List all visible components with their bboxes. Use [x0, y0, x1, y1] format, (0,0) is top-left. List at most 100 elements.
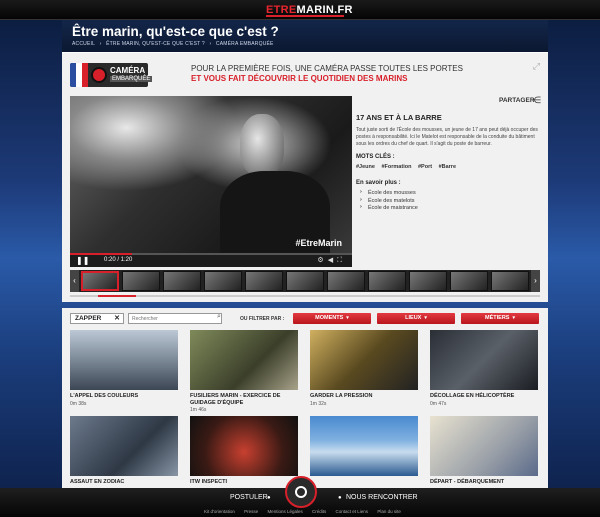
thumbnail[interactable] — [450, 271, 488, 291]
chevron-left-icon[interactable]: ‹ — [70, 270, 79, 292]
more-link[interactable]: École des matelots — [356, 197, 540, 204]
moments-dropdown[interactable]: MOMENTS ▾ — [293, 313, 371, 324]
navy-flag-icon — [70, 63, 88, 87]
share-icon[interactable]: ⋲ — [532, 95, 541, 106]
thumbnail[interactable] — [327, 271, 365, 291]
video-card-title[interactable]: L'APPEL DES COULEURS — [70, 393, 178, 400]
chevron-right-icon[interactable]: › — [531, 270, 540, 292]
breadcrumb-separator: › — [209, 41, 212, 47]
video-card[interactable]: FUSILIERS MARIN - EXERCICE DE GUIDAGE D'… — [190, 330, 298, 413]
video-card-title[interactable]: DÉCOLLAGE EN HÉLICOPTÈRE — [430, 393, 538, 400]
video-card-title[interactable]: ASSAUT EN ZODIAC — [70, 479, 178, 486]
video-card[interactable]: ASSAUT EN ZODIAC — [70, 416, 178, 487]
video-thumbnail[interactable] — [430, 330, 538, 390]
thumbnail[interactable] — [491, 271, 529, 291]
video-card-title[interactable]: FUSILIERS MARIN - EXERCICE DE GUIDAGE D'… — [190, 393, 298, 406]
expand-icon[interactable]: ⤢ — [533, 61, 540, 72]
tag[interactable]: #Jeune — [356, 164, 375, 170]
share-button[interactable]: PARTAGER — [499, 97, 535, 104]
video-progress-bar[interactable] — [70, 253, 352, 255]
thumbnail[interactable] — [409, 271, 447, 291]
more-link[interactable]: École des mousses — [356, 189, 540, 196]
video-card-title[interactable]: DÉPART - DÉBARQUEMENT — [430, 479, 538, 486]
search-input[interactable] — [128, 313, 222, 324]
thumbnail[interactable] — [204, 271, 242, 291]
thumbnail[interactable] — [163, 271, 201, 291]
video-player[interactable]: #EtreMarin ❚❚ 0:20 / 1:20 ⚙◀⛶ — [70, 96, 352, 267]
breadcrumb-separator: › — [99, 41, 102, 47]
bullet-icon: ● — [267, 495, 271, 501]
video-thumbnail[interactable] — [70, 330, 178, 390]
site-logo[interactable]: ETREMARIN.FR — [266, 3, 352, 17]
video-card-title[interactable]: ITW INSPECTI — [190, 479, 298, 486]
video-card[interactable]: DÉPART - DÉBARQUEMENT — [430, 416, 538, 487]
fullscreen-icon: ⛶ — [337, 257, 346, 264]
footer-link[interactable]: Contact et Liens — [336, 509, 369, 514]
intro-line-1: POUR LA PREMIÈRE FOIS, UNE CAMÉRA PASSE … — [191, 64, 463, 73]
intro-line-2: ET VOUS FAIT DÉCOUVRIR LE QUOTIDIEN DES … — [191, 74, 408, 83]
record-icon — [91, 67, 107, 83]
video-thumbnail[interactable] — [190, 416, 298, 476]
more-links: École des mousses École des matelots Éco… — [356, 189, 540, 211]
title-bar: Être marin, qu'est-ce que c'est ? ACCUEI… — [62, 20, 548, 52]
postuler-button[interactable]: POSTULER — [230, 494, 268, 501]
lieux-dropdown[interactable]: LIEUX ▾ — [377, 313, 455, 324]
video-thumbnail[interactable] — [430, 416, 538, 476]
thumbnail[interactable] — [81, 271, 119, 291]
video-card-title[interactable]: GARDER LA PRESSION — [310, 393, 418, 400]
footer-link[interactable]: Presse — [244, 509, 258, 514]
zapper-button[interactable]: ZAPPER ✕ — [70, 313, 124, 324]
tag[interactable]: #Formation — [382, 164, 412, 170]
center-action-button[interactable] — [285, 476, 317, 508]
close-icon: ✕ — [114, 315, 120, 322]
settings-icon: ⚙ — [317, 257, 328, 264]
more-label: En savoir plus : — [356, 180, 401, 186]
metiers-dropdown[interactable]: MÉTIERS ▾ — [461, 313, 539, 324]
more-link[interactable]: École de maistrance — [356, 204, 540, 211]
video-description: 17 ANS ET À LA BARRE Tout juste sorti de… — [356, 113, 540, 213]
video-text: Tout juste sorti de l'École des mousses,… — [356, 127, 538, 147]
search-icon[interactable]: ⌕ — [217, 313, 221, 321]
filter-label: OU FILTRER PAR : — [240, 316, 285, 322]
chevron-down-icon: ▾ — [346, 315, 349, 321]
video-thumbnail[interactable] — [70, 416, 178, 476]
video-title: 17 ANS ET À LA BARRE — [356, 113, 442, 122]
chevron-down-icon: ▾ — [424, 315, 427, 321]
filter-bar: ZAPPER✕ ⌕ OU FILTRER PAR : MOMENTS▾ LIEU… — [62, 308, 548, 328]
breadcrumb-current: CAMÉRA EMBARQUÉE — [215, 41, 274, 47]
breadcrumb-home[interactable]: ACCUEIL — [72, 41, 95, 47]
video-card-duration: 0m 38s — [70, 400, 87, 407]
tag[interactable]: #Port — [418, 164, 432, 170]
thumbnail[interactable] — [286, 271, 324, 291]
footer-link[interactable]: Kit d'orientation — [204, 509, 235, 514]
video-subject — [240, 114, 284, 176]
thumbnail[interactable] — [245, 271, 283, 291]
video-card[interactable]: GARDER LA PRESSION 1m 32s — [310, 330, 418, 407]
video-thumbnail[interactable] — [310, 330, 418, 390]
video-card-duration: 0m 47s — [430, 400, 447, 407]
page-title: Être marin, qu'est-ce que c'est ? — [72, 24, 279, 39]
video-card[interactable]: L'APPEL DES COULEURS 0m 38s — [70, 330, 178, 407]
breadcrumb-section[interactable]: ÊTRE MARIN, QU'EST-CE QUE C'EST ? — [106, 41, 205, 47]
footer-link[interactable]: Plan du site — [377, 509, 401, 514]
strip-scrollbar[interactable] — [70, 295, 540, 297]
footer-link[interactable]: Mentions Légales — [267, 509, 302, 514]
thumbnail[interactable] — [122, 271, 160, 291]
video-thumbnail[interactable] — [310, 416, 418, 476]
video-card[interactable]: DÉCOLLAGE EN HÉLICOPTÈRE 0m 47s — [430, 330, 538, 407]
footer-links: Kit d'orientation Presse Mentions Légale… — [204, 509, 409, 514]
thumbnail[interactable] — [368, 271, 406, 291]
video-card[interactable]: ITW INSPECTI — [190, 416, 298, 487]
cam-logo-line1: CAMÉRA — [110, 66, 146, 75]
pause-icon[interactable]: ❚❚ — [76, 256, 89, 265]
breadcrumb: ACCUEIL › ÊTRE MARIN, QU'EST-CE QUE C'ES… — [72, 41, 277, 47]
rencontrer-button[interactable]: NOUS RENCONTRER — [346, 494, 418, 501]
tag[interactable]: #Barre — [439, 164, 456, 170]
footer-link[interactable]: Crédits — [312, 509, 326, 514]
camera-embarquee-logo: CAMÉRA EMBARQUÉE — [70, 63, 153, 87]
bullet-icon: ● — [338, 495, 342, 501]
video-control-icons[interactable]: ⚙◀⛶ — [317, 256, 346, 265]
video-thumbnail[interactable] — [190, 330, 298, 390]
chevron-down-icon: ▾ — [512, 315, 515, 321]
video-card[interactable] — [310, 416, 418, 479]
